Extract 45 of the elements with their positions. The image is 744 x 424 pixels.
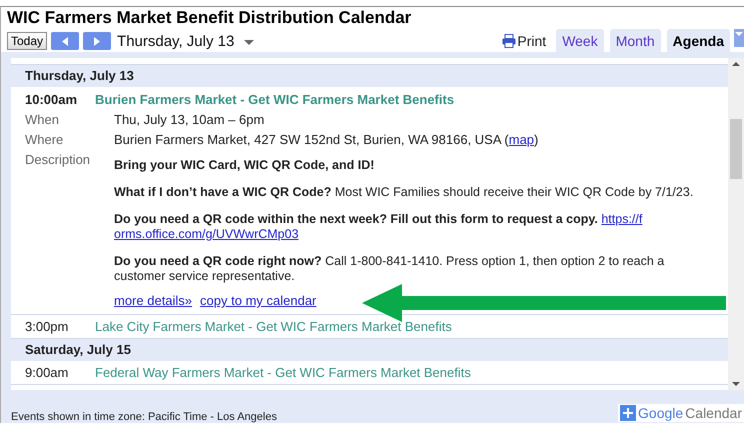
view-tab[interactable]: Agenda [666,29,730,52]
view-tab[interactable]: Week [556,29,604,52]
detail-label: Where [25,132,64,147]
day-header: Saturday, July 15 [11,339,728,361]
event-title[interactable]: Federal Way Farmers Market - Get WIC Farmers Market Benefits [95,365,471,380]
previous-button[interactable] [51,32,80,50]
action-link[interactable]: copy to my calendar [200,293,316,308]
form-link[interactable]: orms.office.com/g/UVWwrCMp03 [114,227,299,241]
plus-icon [620,405,636,421]
badge-text: Google [638,405,684,421]
action-link[interactable]: more details» [114,293,192,308]
up-arrow-icon[interactable] [732,62,740,66]
badge-text: Calendar [685,405,742,421]
timezone-note: Events shown in time zone: Pacific Time - Los Angeles [11,411,277,423]
detail-label: Description [25,152,92,169]
scroll-thumb[interactable] [730,119,742,179]
description-paragraph: Do you need a QR code within the next week? Fill out this form to request a copy. https://f orms.office.com/g/UVWwrCMp03 [114,212,644,242]
down-arrow-icon[interactable] [732,382,740,386]
right-arrow-icon [94,36,100,46]
left-arrow-icon [62,36,68,46]
event-time: 10:00am [25,92,78,107]
detail-value: Burien Farmers Market, 427 SW 152nd St, Burien, WA 98166, USA (map) [114,132,538,147]
today-button[interactable]: Today [7,32,48,50]
event-time: 9:00am [25,365,70,380]
day-header: Thursday, July 13 [11,65,728,87]
caret-icon[interactable] [244,40,254,45]
window-title: WIC Farmers Market Benefit Distribution Calendar [6,7,412,29]
description-paragraph: Bring your WIC Card, WIC QR Code, and ID! [114,158,376,173]
event-title[interactable]: Burien Farmers Market - Get WIC Farmers Market Benefits [95,92,454,107]
next-button[interactable] [83,32,112,50]
detail-label: When [25,112,60,127]
description-paragraph: Do you need a QR code right now? Call 1-800-841-1410. Press option 1, then option 2 to reach a customer service representative. [114,254,666,284]
dropdown-button[interactable] [734,29,744,47]
event-time: 3:00pm [25,319,70,334]
event-title[interactable]: Lake City Farmers Market - Get WIC Farmers Market Benefits [95,319,452,334]
current-date: Thursday, July 13 [117,33,234,50]
print-button[interactable]: Print [502,33,546,49]
printer-icon [502,34,516,48]
detail-value: Thu, July 13, 10am – 6pm [114,112,264,127]
map-link[interactable]: map [508,132,534,147]
description-paragraph: What if I don’t have a WIC QR Code? Most WIC Families should receive their WIC QR Code by 7/1/23. [114,185,694,200]
scrollbar[interactable] [728,58,744,390]
add-calendar-badge[interactable]: Google Calendar [618,404,744,422]
view-tab[interactable]: Month [610,29,661,52]
form-link[interactable]: https://f [601,212,642,226]
